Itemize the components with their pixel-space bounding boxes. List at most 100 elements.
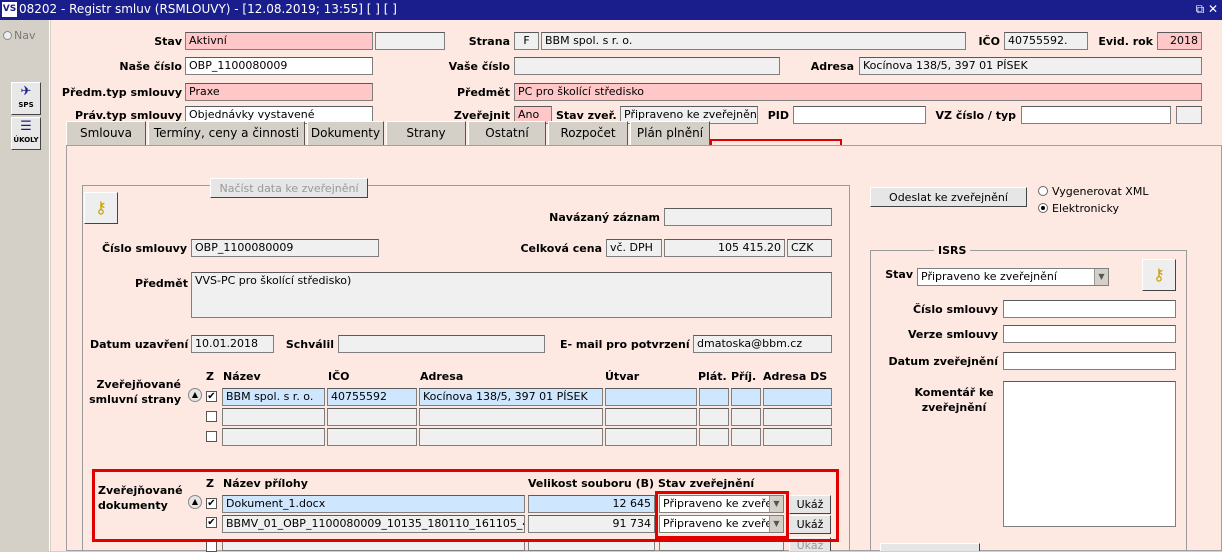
window-title-bar: VS 08202 - Registr smluv (RSMLOUVY) - [1… — [0, 0, 1222, 20]
sps-button[interactable]: ✈ SPS — [11, 82, 41, 115]
navazany-field[interactable] — [664, 208, 832, 226]
email-field[interactable]: dmatoska@bbm.cz — [693, 335, 832, 353]
parties-scrollbar[interactable]: ▲ — [188, 388, 202, 402]
party-adresa[interactable]: Kocínova 138/5, 397 01 PÍSEK — [419, 388, 603, 406]
tab-smlouva[interactable]: Smlouva — [66, 121, 146, 145]
party-ico[interactable]: 40755592 — [327, 388, 417, 406]
col-plat: Plát. — [698, 370, 727, 383]
evid-rok-label: Evid. rok — [1098, 35, 1153, 48]
tab-strany[interactable]: Strany — [386, 121, 466, 145]
send-publish-button[interactable]: Odeslat ke zveřejnění — [870, 187, 1027, 207]
predm-typ-field[interactable]: Praxe — [185, 83, 373, 101]
isrs-verze-field[interactable] — [1003, 325, 1176, 343]
radio-vygenerovat-xml[interactable]: Vygenerovat XML — [1038, 185, 1148, 198]
party-adresa-ds[interactable] — [763, 428, 832, 446]
party-checkbox[interactable] — [206, 411, 217, 422]
nase-cislo-label: Naše číslo — [119, 60, 182, 73]
doc-checkbox[interactable] — [206, 541, 217, 552]
party-plat[interactable] — [699, 428, 729, 446]
party-checkbox[interactable]: ✔ — [206, 391, 217, 402]
parties-section-label: Zveřejňované smluvní strany — [89, 378, 181, 406]
ico-label: IČO — [978, 35, 1000, 48]
stav-highlight — [655, 491, 789, 539]
nase-cislo-field[interactable]: OBP_1100080009 — [185, 57, 373, 75]
nav-label: Nav — [14, 29, 36, 42]
plane-icon: ✈ — [20, 84, 32, 99]
cena-mena-field[interactable]: CZK — [787, 239, 832, 257]
schvalil-field[interactable] — [338, 335, 545, 353]
vase-cislo-label: Vaše číslo — [448, 60, 510, 73]
strana-field[interactable]: BBM spol. s r. o. — [541, 32, 966, 50]
checklist-icon: ☰ — [20, 119, 32, 134]
navazany-label: Navázaný záznam — [549, 211, 660, 224]
party-prij[interactable] — [731, 428, 761, 446]
party-ico[interactable] — [327, 408, 417, 426]
strana-code-field[interactable]: F — [514, 32, 539, 50]
nav-radio[interactable]: Nav — [3, 29, 35, 42]
party-plat[interactable] — [699, 408, 729, 426]
isrs-verze-label: Verze smlouvy — [908, 328, 998, 341]
isrs-datum-label: Datum zveřejnění — [888, 355, 998, 368]
radio-elektronicky[interactable]: Elektronicky — [1038, 202, 1119, 215]
isrs-cislo-field[interactable] — [1003, 300, 1176, 318]
party-utvar[interactable] — [605, 388, 697, 406]
party-adresa[interactable] — [419, 408, 603, 426]
tab-rozpocet[interactable]: Rozpočet — [548, 121, 628, 145]
col-prij: Příj. — [731, 370, 757, 383]
tab-terminy[interactable]: Termíny, ceny a činnosti — [148, 121, 305, 145]
ico-field[interactable]: 40755592. — [1004, 32, 1088, 50]
key-icon[interactable]: ⚷ — [84, 192, 118, 224]
email-label: E- mail pro potvrzení — [560, 338, 690, 351]
isrs-datum-field[interactable] — [1003, 352, 1176, 370]
party-adresa[interactable] — [419, 428, 603, 446]
predmet-publish-field[interactable]: VVS-PC pro školící středisko) — [191, 272, 832, 318]
isrs-bottom-button[interactable] — [880, 543, 980, 551]
cena-dph-field[interactable]: vč. DPH — [606, 239, 662, 257]
stav-field[interactable]: Aktivní — [185, 32, 373, 50]
party-nazev[interactable] — [222, 428, 325, 446]
scroll-up-icon[interactable]: ▲ — [188, 388, 202, 402]
isrs-key-icon[interactable]: ⚷ — [1142, 259, 1176, 291]
party-plat[interactable] — [699, 388, 729, 406]
isrs-komentar-label: Komentář ke zveřejnění — [914, 386, 994, 414]
col-adresa-ds: Adresa DS — [763, 370, 828, 383]
load-data-button[interactable]: Načíst data ke zveřejnění — [210, 178, 368, 198]
stav-extra-field[interactable] — [375, 32, 445, 50]
col-z: Z — [206, 370, 214, 383]
isrs-stav-select[interactable]: Připraveno ke zveřejnění ▼ — [917, 268, 1109, 286]
radio-selected-icon — [1038, 203, 1048, 213]
party-adresa-ds[interactable] — [763, 408, 832, 426]
party-ico[interactable] — [327, 428, 417, 446]
cislo-smlouvy-field[interactable]: OBP_1100080009 — [191, 239, 379, 257]
adresa-field[interactable]: Kocínova 138/5, 397 01 PÍSEK — [859, 57, 1202, 75]
party-utvar[interactable] — [605, 408, 697, 426]
vase-cislo-field[interactable] — [514, 57, 780, 75]
evid-rok-field[interactable]: 2018 — [1157, 32, 1202, 50]
chevron-down-icon[interactable]: ▼ — [1094, 269, 1108, 285]
radio-icon — [1038, 186, 1048, 196]
tab-plan-plneni[interactable]: Plán plnění — [630, 121, 710, 145]
vz-field[interactable] — [1021, 106, 1171, 124]
datum-uzavreni-field[interactable]: 10.01.2018 — [191, 335, 274, 353]
party-nazev[interactable]: BBM spol. s r. o. — [222, 388, 325, 406]
ukoly-button[interactable]: ☰ ÚKOLY — [11, 117, 41, 150]
tab-ostatni[interactable]: Ostatní — [468, 121, 546, 145]
tab-dokumenty[interactable]: Dokumenty — [307, 121, 384, 145]
predmet-field[interactable]: PC pro školící středisko — [514, 83, 1202, 101]
window-controls-icon[interactable]: ⧉ ✕ — [1196, 2, 1218, 17]
party-prij[interactable] — [731, 388, 761, 406]
party-nazev[interactable] — [222, 408, 325, 426]
col-ico: IČO — [328, 370, 350, 383]
party-utvar[interactable] — [605, 428, 697, 446]
isrs-komentar-field[interactable] — [1003, 381, 1176, 527]
col-nazev: Název — [223, 370, 261, 383]
app-logo-icon: VS — [2, 2, 17, 17]
predmet-label: Předmět — [456, 86, 510, 99]
party-adresa-ds[interactable] — [763, 388, 832, 406]
vz-typ-field[interactable] — [1176, 106, 1202, 124]
party-prij[interactable] — [731, 408, 761, 426]
party-checkbox[interactable] — [206, 431, 217, 442]
radio-elektronicky-label: Elektronicky — [1052, 202, 1120, 215]
cena-field[interactable]: 105 415.20 — [664, 239, 785, 257]
pid-field[interactable] — [793, 106, 926, 124]
